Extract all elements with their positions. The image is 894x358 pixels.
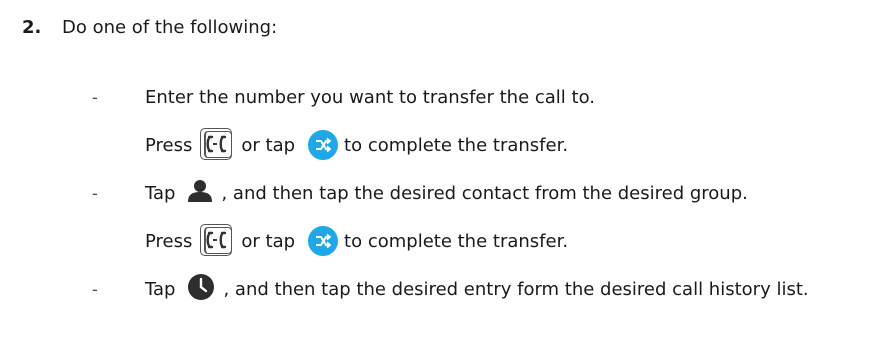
option-call-history: - Tap , and then tap the desired entry f… xyxy=(0,272,894,306)
list-dash: - xyxy=(92,87,98,107)
complete-transfer-text: to complete the transfer. xyxy=(344,230,569,252)
or-tap-label: or tap xyxy=(241,134,296,156)
option-2-press-line: Press or tap to complete the transfer. xyxy=(145,224,568,258)
list-dash: - xyxy=(92,279,98,299)
option-text: , and then tap the desired entry form th… xyxy=(223,278,809,300)
list-dash: - xyxy=(92,183,98,203)
complete-transfer-text: to complete the transfer. xyxy=(344,134,569,156)
transfer-soft-button-icon xyxy=(308,130,339,160)
step-number: 2. xyxy=(22,16,42,38)
step-heading: 2. Do one of the following: xyxy=(0,10,894,44)
or-tap-label: or tap xyxy=(241,230,296,252)
transfer-hard-key-icon xyxy=(200,128,234,162)
call-history-clock-icon xyxy=(187,273,215,306)
tap-label: Tap xyxy=(145,182,176,204)
press-label: Press xyxy=(145,230,193,252)
transfer-soft-button-icon xyxy=(308,226,339,256)
option-text: Enter the number you want to transfer th… xyxy=(145,86,595,108)
tap-label: Tap xyxy=(145,278,176,300)
step-intro: Do one of the following: xyxy=(62,16,278,38)
option-enter-number: - Enter the number you want to transfer … xyxy=(0,80,894,114)
option-contact: - Tap , and then tap the desired contact… xyxy=(0,176,894,210)
option-1-press-line: Press or tap to complete the transfer. xyxy=(145,128,568,162)
transfer-hard-key-icon xyxy=(200,224,234,258)
option-text: , and then tap the desired contact from … xyxy=(221,182,748,204)
contact-person-icon xyxy=(187,179,213,208)
press-label: Press xyxy=(145,134,193,156)
